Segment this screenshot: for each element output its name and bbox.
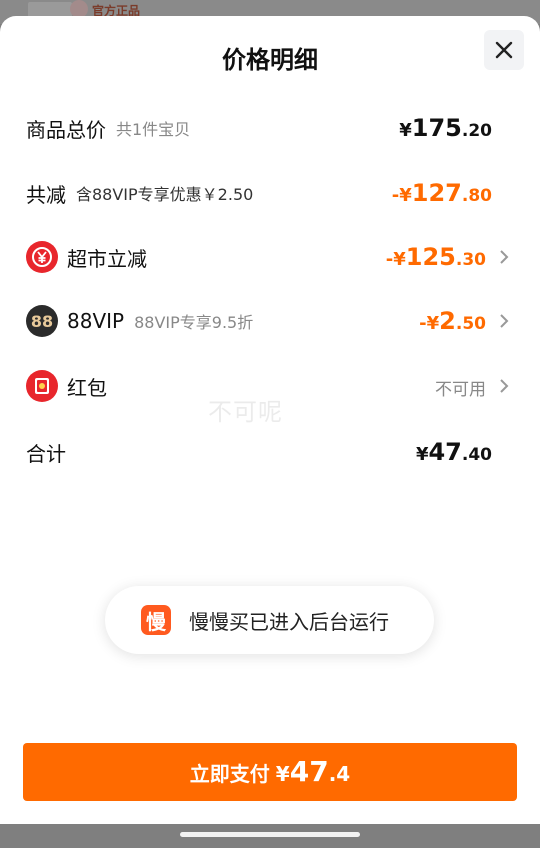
goods-total-label: 商品总价 [26,117,106,142]
row-88vip-discount[interactable]: 88 88VIP 88VIP专享9.5折 -¥ 2 .50 [26,301,516,341]
vip-label: 88VIP [67,309,125,333]
supermarket-discount-amount: -¥ 125 .30 [385,243,486,271]
pay-label: 立即支付 [189,762,270,786]
home-indicator[interactable] [180,832,360,837]
background-running-toast: 慢 慢慢买已进入后台运行 [105,586,434,654]
sum-label: 合计 [26,441,66,466]
total-discount-label: 共减 [26,182,66,207]
pay-now-button[interactable]: 立即支付 ¥ 47 .4 [23,743,517,801]
red-packet-label: 红包 [67,375,107,400]
row-supermarket-discount[interactable]: 超市立减 -¥ 125 .30 [26,237,516,277]
row-sum: 合计 ¥ 47 .40 [26,432,516,472]
price-detail-sheet: 价格明细 商品总价 共1件宝贝 ¥ 175 .20 共减 含88VIP专享优惠￥… [0,16,540,824]
chevron-right-icon [500,314,509,328]
vip-note: 88VIP专享9.5折 [134,313,254,332]
chevron-right-icon [500,250,509,264]
watermark: 不可呢 [208,398,283,426]
yen-circle-icon [26,241,58,273]
row-goods-total: 商品总价 共1件宝贝 ¥ 175 .20 [26,108,516,148]
vip-88-icon: 88 [26,305,58,337]
sum-amount: ¥ 47 .40 [415,438,492,466]
supermarket-discount-label: 超市立减 [67,246,147,271]
red-packet-icon [26,370,58,402]
goods-count: 共1件宝贝 [116,120,191,139]
toast-message: 慢慢买已进入后台运行 [189,609,389,634]
close-button[interactable] [484,30,524,70]
total-discount-amount: -¥ 127 .80 [391,179,492,207]
row-total-discount: 共减 含88VIP专享优惠￥2.50 -¥ 127 .80 [26,173,516,213]
goods-total-amount: ¥ 175 .20 [399,114,492,142]
red-packet-status: 不可用 [435,380,486,400]
app-icon: 慢 [141,605,171,635]
close-icon [495,41,513,59]
chevron-right-icon [500,379,509,393]
discount-note: 含88VIP专享优惠￥2.50 [76,185,254,204]
vip-discount-amount: -¥ 2 .50 [419,307,486,335]
sheet-title: 价格明细 [222,46,318,74]
system-nav-bar [0,824,540,848]
